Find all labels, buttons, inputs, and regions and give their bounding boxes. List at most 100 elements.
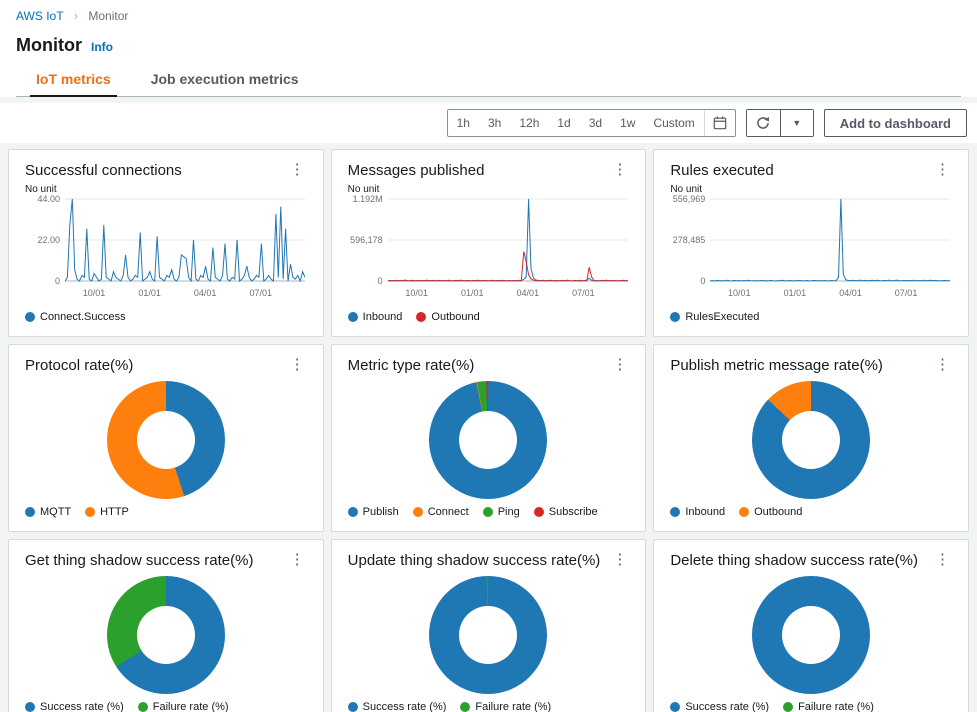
chart-area: No unit1.192M596,178010/0101/0104/0107/0… <box>348 179 630 310</box>
breadcrumb-aws-iot-link[interactable]: AWS IoT <box>16 9 63 23</box>
card-menu-button[interactable]: ⋮ <box>288 357 307 372</box>
time-range-12h[interactable]: 12h <box>510 110 548 136</box>
y-tick-label: 44.00 <box>25 194 60 204</box>
x-tick-label: 04/01 <box>194 288 217 298</box>
card-menu-button[interactable]: ⋮ <box>288 162 307 177</box>
legend-item[interactable]: Success rate (%) <box>670 701 769 712</box>
card-header: Metric type rate(%) ⋮ <box>348 357 630 374</box>
card-menu-button[interactable]: ⋮ <box>610 162 629 177</box>
legend-color-dot <box>25 507 35 517</box>
donut-chart <box>752 576 870 694</box>
legend-label: Failure rate (%) <box>798 701 874 712</box>
legend-label: Connect.Success <box>40 311 126 323</box>
legend-color-dot <box>413 507 423 517</box>
legend-label: RulesExecuted <box>685 311 759 323</box>
legend-label: Failure rate (%) <box>475 701 551 712</box>
unit-label: No unit <box>348 184 630 195</box>
legend-color-dot <box>416 312 426 322</box>
x-axis: 10/0101/0104/0107/01 <box>388 287 630 299</box>
chart-area: No unit44.0022.00010/0101/0104/0107/01 <box>25 179 307 310</box>
legend-color-dot <box>348 312 358 322</box>
legend-color-dot <box>483 507 493 517</box>
legend-item[interactable]: Failure rate (%) <box>460 701 551 712</box>
aws-iot-monitor-page: AWS IoT › Monitor Monitor Info IoT metri… <box>0 0 977 712</box>
legend-item[interactable]: Inbound <box>670 506 725 518</box>
time-range-1h[interactable]: 1h <box>448 110 479 136</box>
legend-item[interactable]: Failure rate (%) <box>783 701 874 712</box>
time-range-1d[interactable]: 1d <box>548 110 579 136</box>
x-tick-label: 04/01 <box>839 288 862 298</box>
card-menu-button[interactable]: ⋮ <box>933 552 952 567</box>
chart-legend: Success rate (%) Failure rate (%) <box>25 700 307 712</box>
legend-color-dot <box>534 507 544 517</box>
tab-job-execution-metrics[interactable]: Job execution metrics <box>131 64 319 96</box>
y-tick-label: 22.00 <box>25 235 60 245</box>
donut-chart <box>107 576 225 694</box>
legend-item[interactable]: Success rate (%) <box>348 701 447 712</box>
legend-item[interactable]: RulesExecuted <box>670 311 759 323</box>
timeseries-plot: 44.0022.000 <box>25 198 307 287</box>
legend-item[interactable]: Connect <box>413 506 469 518</box>
legend-label: Ping <box>498 506 520 518</box>
chart-title: Protocol rate(%) <box>25 357 133 374</box>
legend-item[interactable]: Connect.Success <box>25 311 126 323</box>
x-tick-label: 10/01 <box>405 288 428 298</box>
chart-title: Rules executed <box>670 162 773 179</box>
y-tick-label: 0 <box>348 276 383 286</box>
refresh-button[interactable] <box>747 110 780 136</box>
donut-chart <box>752 381 870 499</box>
legend-item[interactable]: Outbound <box>739 506 802 518</box>
legend-color-dot <box>670 312 680 322</box>
time-range-3h[interactable]: 3h <box>479 110 510 136</box>
chart-legend: Success rate (%) Failure rate (%) <box>348 700 630 712</box>
chart-legend: RulesExecuted <box>670 310 952 324</box>
breadcrumb-current: Monitor <box>88 9 128 23</box>
legend-color-dot <box>348 702 358 712</box>
legend-item[interactable]: Outbound <box>416 311 479 323</box>
legend-item[interactable]: HTTP <box>85 506 129 518</box>
card-menu-button[interactable]: ⋮ <box>610 357 629 372</box>
title-row: Monitor Info <box>16 31 961 64</box>
card-menu-button[interactable]: ⋮ <box>933 357 952 372</box>
time-range-3d[interactable]: 3d <box>580 110 611 136</box>
chart-card-publish-metric-message-rate: Publish metric message rate(%) ⋮ Inbound… <box>653 344 969 532</box>
info-link[interactable]: Info <box>91 40 113 54</box>
tabs: IoT metrics Job execution metrics <box>16 64 961 97</box>
legend-label: Publish <box>363 506 399 518</box>
legend-item[interactable]: Failure rate (%) <box>138 701 229 712</box>
metrics-toolbar: 1h3h12h1d3d1wCustom ▼ Add to dashboard <box>0 103 977 143</box>
add-to-dashboard-button[interactable]: Add to dashboard <box>824 109 967 137</box>
chart-title: Messages published <box>348 162 485 179</box>
legend-label: Success rate (%) <box>685 701 769 712</box>
legend-item[interactable]: Subscribe <box>534 506 598 518</box>
page-title: Monitor <box>16 35 82 56</box>
refresh-options-dropdown[interactable]: ▼ <box>780 110 813 136</box>
legend-item[interactable]: Inbound <box>348 311 403 323</box>
legend-color-dot <box>25 312 35 322</box>
chart-legend: MQTT HTTP <box>25 505 307 519</box>
legend-label: Failure rate (%) <box>153 701 229 712</box>
card-header: Messages published ⋮ <box>348 162 630 179</box>
legend-color-dot <box>783 702 793 712</box>
custom-date-picker-button[interactable] <box>704 110 735 136</box>
legend-label: HTTP <box>100 506 129 518</box>
time-range-custom[interactable]: Custom <box>644 110 703 136</box>
card-menu-button[interactable]: ⋮ <box>933 162 952 177</box>
legend-label: Inbound <box>363 311 403 323</box>
x-tick-label: 01/01 <box>138 288 161 298</box>
y-tick-label: 1.192M <box>348 194 383 204</box>
legend-item[interactable]: Success rate (%) <box>25 701 124 712</box>
timeseries-plot: 1.192M596,1780 <box>348 198 630 287</box>
chart-title: Get thing shadow success rate(%) <box>25 552 253 569</box>
x-tick-label: 01/01 <box>461 288 484 298</box>
card-menu-button[interactable]: ⋮ <box>610 552 629 567</box>
chart-title: Delete thing shadow success rate(%) <box>670 552 918 569</box>
legend-item[interactable]: MQTT <box>25 506 71 518</box>
tab-iot-metrics[interactable]: IoT metrics <box>16 64 131 96</box>
legend-item[interactable]: Ping <box>483 506 520 518</box>
legend-item[interactable]: Publish <box>348 506 399 518</box>
card-header: Successful connections ⋮ <box>25 162 307 179</box>
card-menu-button[interactable]: ⋮ <box>288 552 307 567</box>
time-range-1w[interactable]: 1w <box>611 110 644 136</box>
donut-chart <box>429 381 547 499</box>
